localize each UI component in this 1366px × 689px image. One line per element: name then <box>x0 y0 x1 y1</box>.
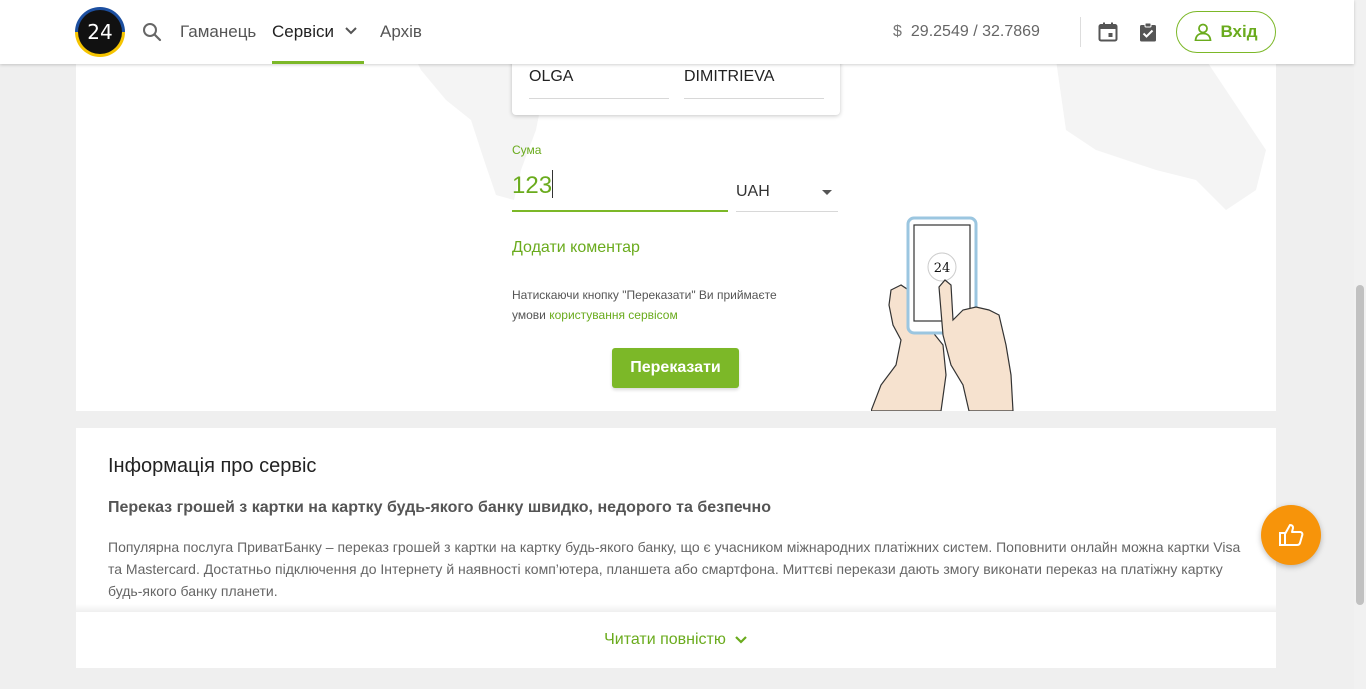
sum-value: 123 <box>512 172 553 199</box>
dollar-icon: $ <box>893 23 902 40</box>
exchange-rate: $29.2549 / 32.7869 <box>893 0 1040 64</box>
login-button[interactable]: Вхід <box>1176 11 1276 53</box>
scrollbar-thumb[interactable] <box>1356 285 1364 605</box>
thumbs-up-icon <box>1279 524 1304 546</box>
terms-notice: Натискаючи кнопку "Переказати" Ви прийма… <box>512 285 812 325</box>
first-name-field[interactable]: OLGA <box>529 68 669 99</box>
exchange-rate-value: 29.2549 / 32.7869 <box>910 23 1040 40</box>
info-title: Інформація про сервіс <box>108 455 317 477</box>
calendar-icon[interactable] <box>1098 22 1118 42</box>
currency-select[interactable]: UAH <box>736 172 838 212</box>
add-comment-link[interactable]: Додати коментар <box>512 239 640 257</box>
read-more-label: Читати повністю <box>604 631 726 648</box>
top-header: 24 Гаманець Сервіси Архів $29.2549 / 32.… <box>0 0 1354 64</box>
phone-hand-illustration: 24 <box>871 216 1014 411</box>
privat24-logo[interactable]: 24 <box>75 7 125 57</box>
info-text: Популярна послуга ПриватБанку – переказ … <box>108 539 1241 599</box>
user-icon <box>1195 23 1212 41</box>
search-icon[interactable] <box>142 22 162 42</box>
nav-archive[interactable]: Архів <box>380 0 422 64</box>
illustration-logo-text: 24 <box>934 261 951 276</box>
chevron-down-icon <box>735 636 747 644</box>
terms-link[interactable]: користування сервісом <box>549 308 678 322</box>
text-caret <box>552 170 554 198</box>
sum-input[interactable]: 123 <box>512 170 728 212</box>
feedback-button[interactable] <box>1261 505 1321 565</box>
nav-wallet[interactable]: Гаманець <box>180 0 256 64</box>
dropdown-arrow-icon <box>822 190 832 195</box>
sum-label: Сума <box>512 143 542 157</box>
logo-text: 24 <box>78 10 122 54</box>
page-scrollbar[interactable] <box>1354 0 1366 689</box>
read-more-button[interactable]: Читати повністю <box>76 612 1276 668</box>
clipboard-check-icon[interactable] <box>1139 22 1157 42</box>
service-info-card: Інформація про сервіс Переказ грошей з к… <box>76 428 1276 668</box>
nav-services-label: Сервіси <box>272 22 334 41</box>
last-name-field[interactable]: DIMITRIEVA <box>684 68 824 99</box>
login-label: Вхід <box>1220 22 1258 41</box>
chevron-down-icon <box>345 27 357 35</box>
info-subtitle: Переказ грошей з картки на картку будь-я… <box>108 499 771 516</box>
currency-value: UAH <box>736 183 770 200</box>
header-divider <box>1080 17 1081 47</box>
nav-services[interactable]: Сервіси <box>272 0 364 64</box>
transfer-button[interactable]: Переказати <box>612 348 739 388</box>
